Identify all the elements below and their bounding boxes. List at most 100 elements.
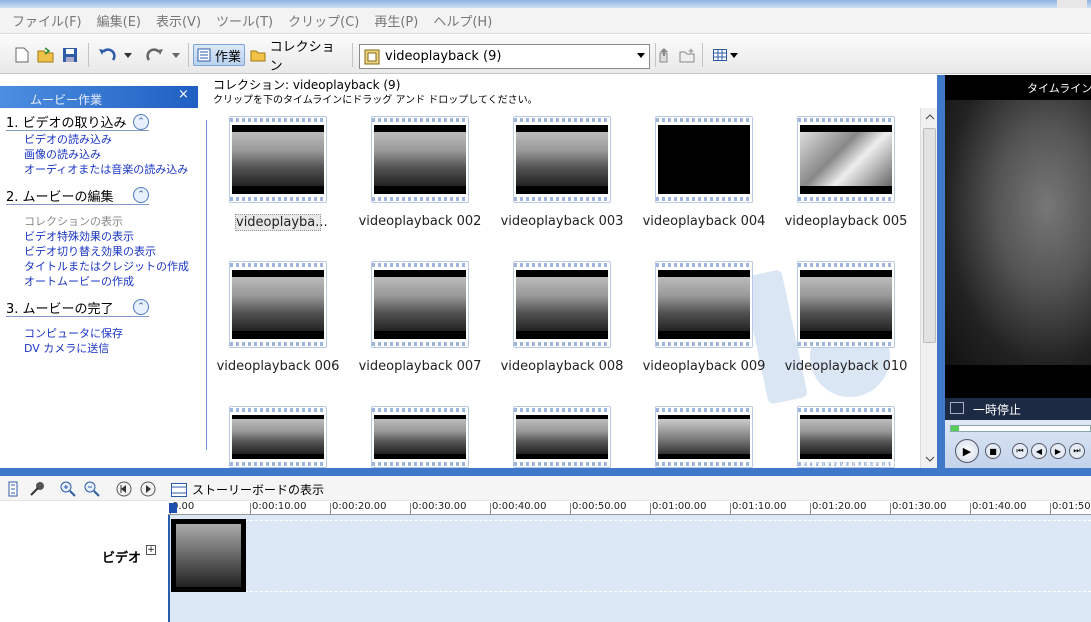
collapse-up-icon[interactable]: ⌃ [133,114,149,130]
preview-seek-bar[interactable] [950,425,1091,432]
menu-tools[interactable]: ツール(T) [216,11,273,30]
open-project-icon[interactable] [36,44,56,66]
close-icon[interactable]: × [178,87,189,102]
forward-button[interactable]: ▶ [1050,443,1066,459]
redo-dropdown-icon[interactable] [170,44,182,66]
clip-thumbnail[interactable] [229,116,327,203]
clip-thumbnail[interactable] [371,406,469,468]
clip-thumbnail[interactable] [513,406,611,468]
timeline-clip[interactable] [171,519,246,592]
link-titles-credits[interactable]: タイトルまたはクレジットの作成 [24,258,189,274]
narrate-timeline-icon[interactable] [29,481,45,497]
folder-icon [250,50,266,62]
undo-icon[interactable] [96,44,118,66]
clip-name: videoplayback 002 [358,214,482,229]
preview-title: タイムライン: v [1027,82,1091,95]
collection-hint: クリップを下のタイムラインにドラッグ アンド ドロップしてください。 [213,95,538,106]
track-labels [0,515,168,622]
clip-thumbnail[interactable] [655,116,753,203]
zoom-in-icon[interactable] [60,481,76,497]
scrollbar-thumb[interactable] [923,128,936,343]
pane-divider [206,120,207,450]
clip-thumbnail[interactable] [797,406,895,468]
chevron-down-icon[interactable] [637,53,645,58]
menu-play[interactable]: 再生(P) [374,11,418,30]
collection-select[interactable]: videoplayback (9) [359,44,650,69]
clip-thumbnail[interactable] [229,261,327,348]
clip-thumbnail[interactable] [513,261,611,348]
collection-select-value: videoplayback (9) [385,49,502,64]
link-save-to-computer[interactable]: コンピュータに保存 [24,325,123,341]
collapse-up-icon[interactable]: ⌃ [133,299,149,315]
ruler-tick-label: 0:01:00.00 [649,501,707,514]
ruler-tick-label: 0:00:10.00 [249,501,307,514]
scroll-down-icon[interactable] [921,452,938,466]
chevron-down-icon [729,52,738,58]
collections-button[interactable]: コレクション [250,40,346,74]
tasks-button[interactable]: 作業 [193,44,245,66]
play-icon: ▶ [962,444,972,458]
link-video-effects[interactable]: ビデオ特殊効果の表示 [24,228,134,244]
video-track[interactable] [168,515,1091,622]
new-project-icon[interactable] [12,44,32,66]
section-edit-title: 2. ムービーの編集 [6,190,114,205]
section-divider [6,204,149,205]
save-icon[interactable] [60,44,80,66]
clip-thumbnail[interactable] [797,116,895,203]
thumbnails-icon [712,49,727,61]
rewind-icon: ◀ [1035,446,1043,456]
stop-button[interactable]: ■ [985,443,1001,459]
next-frame-button[interactable]: ⏭ [1069,443,1085,459]
next-icon: ⏭ [1073,446,1081,455]
menu-file[interactable]: ファイル(F) [12,11,82,30]
show-storyboard-button[interactable]: ストーリーボードの表示 [171,481,324,498]
title-bar-strip [0,0,1091,8]
view-options-button[interactable] [710,44,740,66]
menu-help[interactable]: ヘルプ(H) [433,11,492,30]
clip-name: videoplayback 004 [642,214,766,229]
play-button[interactable]: ▶ [955,439,979,463]
preview-status-text: 一時停止 [973,403,1022,417]
collection-scrollbar[interactable] [920,108,937,468]
up-level-icon[interactable] [656,44,672,66]
link-import-pictures[interactable]: 画像の読み込み [24,146,101,162]
collapse-up-icon[interactable]: ⌃ [133,187,149,203]
link-send-to-dv-camera[interactable]: DV カメラに送信 [24,340,109,356]
clip-thumbnail[interactable] [655,406,753,468]
clip-thumbnail[interactable] [371,261,469,348]
link-import-video[interactable]: ビデオの読み込み [24,131,112,147]
play-timeline-icon[interactable] [140,481,156,497]
scroll-up-icon[interactable] [921,110,938,124]
clip-thumbnail[interactable] [797,261,895,348]
ruler-tick-label: 0:00:50.00 [569,501,627,514]
expand-track-icon[interactable]: + [146,545,156,555]
pane-splitter[interactable] [0,468,1091,476]
menu-edit[interactable]: 編集(E) [97,11,141,30]
undo-dropdown-icon[interactable] [122,44,134,66]
clip-thumbnail[interactable] [513,116,611,203]
menu-bar: ファイル(F) 編集(E) 表示(V) ツール(T) クリップ(C) 再生(P)… [0,8,1091,34]
set-audio-levels-icon[interactable] [6,481,20,497]
clip-thumbnail[interactable] [371,116,469,203]
new-collection-folder-icon[interactable] [678,44,696,66]
stop-icon: ■ [989,446,997,456]
clip-thumbnail[interactable] [655,261,753,348]
tasks-icon [197,48,211,62]
clip-thumbnail[interactable] [229,406,327,468]
menu-view[interactable]: 表示(V) [156,11,201,30]
menu-clip[interactable]: クリップ(C) [288,11,359,30]
previous-frame-button[interactable]: ⏮ [1012,443,1028,459]
zoom-out-icon[interactable] [84,481,100,497]
forward-icon: ▶ [1054,446,1062,456]
link-import-audio[interactable]: オーディオまたは音楽の読み込み [24,161,188,177]
redo-icon[interactable] [144,44,166,66]
link-automovie[interactable]: オートムービーの作成 [24,273,134,289]
ruler-tick-label: 0:01:50.00 [1049,501,1091,514]
fullscreen-icon[interactable] [950,402,964,414]
preview-status: 一時停止 [945,398,1091,420]
playhead[interactable] [169,503,177,513]
link-video-transitions[interactable]: ビデオ切り替え効果の表示 [24,243,156,259]
rewind-timeline-icon[interactable] [116,481,132,497]
rewind-button[interactable]: ◀ [1031,443,1047,459]
clip-name: videoplayback 007 [358,359,482,374]
